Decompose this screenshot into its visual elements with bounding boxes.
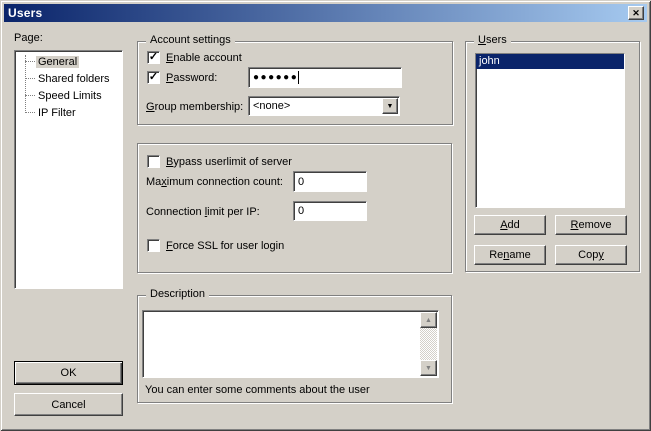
users-dialog: Users ✕ Page: General Shared folders Spe…	[0, 0, 651, 431]
bypass-userlimit-label[interactable]: Bypass userlimit of server	[166, 156, 292, 168]
description-textarea[interactable]: ▲ ▼	[142, 310, 439, 378]
close-icon: ✕	[632, 9, 640, 18]
description-title: Description	[146, 288, 209, 300]
page-tree[interactable]: General Shared folders Speed Limits IP F…	[14, 50, 123, 289]
tree-item-general[interactable]: General	[15, 53, 122, 70]
bypass-userlimit-checkbox[interactable]	[147, 155, 160, 168]
account-settings-title: Account settings	[146, 34, 235, 46]
force-ssl-checkbox[interactable]	[147, 239, 160, 252]
max-connection-count-input[interactable]: 0	[293, 171, 367, 192]
enable-account-checkbox[interactable]: ✓	[147, 51, 160, 64]
check-icon: ✓	[149, 72, 158, 83]
scroll-down-button[interactable]: ▼	[420, 360, 437, 376]
description-hint: You can enter some comments about the us…	[145, 384, 370, 396]
scroll-up-icon: ▲	[425, 317, 432, 324]
enable-account-label[interactable]: Enable account	[166, 52, 242, 64]
dropdown-button[interactable]: ▼	[382, 98, 398, 114]
force-ssl-label[interactable]: Force SSL for user login	[166, 240, 284, 252]
cancel-button[interactable]: Cancel	[14, 393, 123, 416]
titlebar[interactable]: Users ✕	[4, 4, 647, 22]
connection-limit-per-ip-label: Connection limit per IP:	[146, 206, 260, 218]
connection-limit-per-ip-input[interactable]: 0	[293, 201, 367, 221]
password-label[interactable]: Password:	[166, 72, 217, 84]
window-title: Users	[8, 6, 42, 20]
check-icon: ✓	[149, 52, 158, 63]
scroll-down-icon: ▼	[425, 365, 432, 372]
remove-user-button[interactable]: Remove	[555, 215, 627, 235]
copy-user-button[interactable]: Copy	[555, 245, 627, 265]
password-input[interactable]: ●●●●●●	[248, 67, 402, 88]
scroll-up-button[interactable]: ▲	[420, 312, 437, 328]
max-connection-count-label: Maximum connection count:	[146, 176, 283, 188]
group-membership-select[interactable]: <none> ▼	[248, 96, 400, 116]
add-user-button[interactable]: Add	[474, 215, 546, 235]
group-membership-label: Group membership:	[146, 101, 243, 113]
page-label: Page:	[14, 32, 43, 44]
close-button[interactable]: ✕	[628, 6, 644, 20]
tree-item-shared-folders[interactable]: Shared folders	[15, 70, 122, 87]
password-checkbox[interactable]: ✓	[147, 71, 160, 84]
rename-user-button[interactable]: Rename	[474, 245, 546, 265]
users-group-title: Users	[474, 34, 511, 46]
text-caret	[298, 71, 299, 84]
list-item-john[interactable]: john	[476, 54, 624, 69]
tree-item-speed-limits[interactable]: Speed Limits	[15, 87, 122, 104]
ok-button[interactable]: OK	[14, 361, 123, 385]
description-scrollbar[interactable]: ▲ ▼	[420, 312, 437, 376]
tree-item-ip-filter[interactable]: IP Filter	[15, 104, 122, 121]
users-list[interactable]: john	[475, 53, 625, 208]
chevron-down-icon: ▼	[387, 103, 394, 110]
